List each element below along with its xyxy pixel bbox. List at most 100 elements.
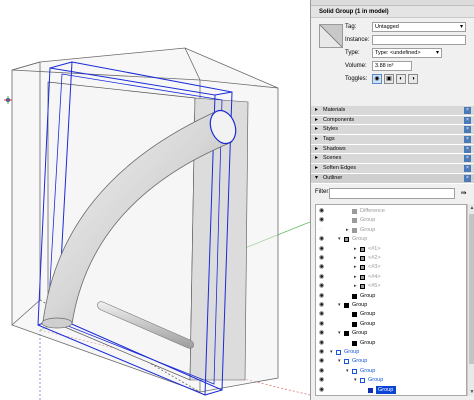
outliner-row[interactable]: ◉ Group xyxy=(316,216,466,224)
expand-twisty-icon[interactable]: ▾ xyxy=(346,367,349,375)
scroll-up-icon[interactable]: ▲ xyxy=(468,204,474,212)
outliner-row[interactable]: ◉ ▸ <#5> xyxy=(316,282,466,290)
tray-components[interactable]: Components× xyxy=(311,115,474,126)
instance-input[interactable] xyxy=(372,35,466,45)
outliner-row[interactable]: ◉ Group xyxy=(316,310,466,318)
outliner-row[interactable]: ◉ Group xyxy=(316,339,466,347)
outliner-menu-icon[interactable]: ⇛ xyxy=(458,188,469,199)
group-icon xyxy=(352,293,357,299)
outliner-tree[interactable]: ◉ Difference ◉ Group ◌ ▸ Group ◉ ▾ Group ◉ ▸ <#1> ◉ ▸ <… xyxy=(315,204,467,396)
close-icon[interactable]: × xyxy=(464,155,471,163)
group-icon xyxy=(352,227,357,233)
tray-tags[interactable]: Tags× xyxy=(311,135,474,145)
tray-scenes[interactable]: Scenes× xyxy=(311,154,474,165)
visibility-eye-icon[interactable]: ◉ xyxy=(319,207,324,215)
expand-twisty-icon[interactable]: ▾ xyxy=(354,376,357,384)
outliner-row[interactable]: ◉ ▾ Group xyxy=(316,376,466,384)
volume-value: 3.88 in³ xyxy=(372,61,412,71)
outliner-row[interactable]: ◉ Group xyxy=(316,320,466,328)
visibility-eye-icon[interactable]: ◉ xyxy=(319,367,324,375)
visibility-eye-icon[interactable]: ◉ xyxy=(319,292,324,300)
group-icon xyxy=(360,284,365,290)
group-icon xyxy=(336,350,341,355)
visibility-eye-icon[interactable]: ◉ xyxy=(319,310,324,318)
scroll-down-icon[interactable]: ▼ xyxy=(468,388,474,396)
outliner-row[interactable]: ◉ ▸ <#2> xyxy=(316,254,466,262)
visibility-eye-icon[interactable]: ◉ xyxy=(319,216,324,224)
expand-twisty-icon[interactable]: ▾ xyxy=(338,235,341,243)
outliner-entity-name: Group xyxy=(360,311,376,318)
visibility-eye-icon[interactable]: ◉ xyxy=(319,339,324,347)
default-tray-panel: Solid Group (1 in model) Tag: Untagged I… xyxy=(310,0,474,400)
outliner-row[interactable]: ◉ Group xyxy=(316,292,466,300)
group-icon xyxy=(352,218,357,224)
expand-twisty-icon[interactable]: ▸ xyxy=(354,254,357,262)
expand-twisty-icon[interactable]: ▾ xyxy=(338,329,341,337)
tag-select[interactable]: Untagged xyxy=(372,22,466,32)
receive-shadows-toggle-icon[interactable]: ◐ xyxy=(396,74,406,84)
expand-twisty-icon[interactable]: ▾ xyxy=(338,357,341,365)
outliner-row[interactable]: ◉ ▸ <#3> xyxy=(316,263,466,271)
tray-soften-edges[interactable]: Soften Edges× xyxy=(311,164,474,174)
outliner-row[interactable]: ◉ ▾ Group xyxy=(316,348,466,356)
visibility-eye-icon[interactable]: ◌ xyxy=(319,226,323,234)
expand-twisty-icon[interactable]: ▸ xyxy=(354,245,357,253)
expand-twisty-icon[interactable]: ▾ xyxy=(330,348,333,356)
tray-outliner[interactable]: Outliner× xyxy=(311,173,474,184)
tray-shadows[interactable]: Shadows× xyxy=(311,144,474,155)
outliner-scrollbar[interactable]: ▲ ▼ xyxy=(467,204,474,396)
model-viewport[interactable] xyxy=(0,0,310,400)
outliner-row[interactable]: ◉ ▸ <#1> xyxy=(316,245,466,253)
visibility-eye-icon[interactable]: ◉ xyxy=(319,254,324,262)
visibility-eye-icon[interactable]: ◉ xyxy=(319,235,324,243)
type-select[interactable]: Type: <undefined> xyxy=(372,48,442,58)
expand-twisty-icon[interactable]: ▸ xyxy=(354,282,357,290)
outliner-entity-name: Difference xyxy=(360,208,385,214)
outliner-row[interactable]: ◉ ▾ Group xyxy=(316,235,466,243)
close-icon[interactable]: × xyxy=(464,165,471,173)
outliner-row[interactable]: ◉ ▾ Group xyxy=(316,301,466,309)
close-icon[interactable]: × xyxy=(464,145,471,153)
close-icon[interactable]: × xyxy=(464,136,471,144)
close-icon[interactable]: × xyxy=(464,174,471,182)
outliner-entity-name: Group xyxy=(360,217,376,224)
visibility-eye-icon[interactable]: ◉ xyxy=(319,273,324,281)
expand-twisty-icon[interactable]: ▸ xyxy=(346,226,349,234)
visibility-eye-icon[interactable]: ◉ xyxy=(319,376,324,384)
group-icon xyxy=(360,378,365,384)
visibility-eye-icon[interactable]: ◉ xyxy=(319,263,324,271)
outliner-row[interactable]: ◉ ▾ Group xyxy=(316,357,466,365)
visibility-eye-icon[interactable]: ◉ xyxy=(319,357,324,365)
visibility-eye-icon[interactable]: ◉ xyxy=(319,348,324,356)
visibility-eye-icon[interactable]: ◉ xyxy=(319,329,324,337)
cast-shadows-toggle-icon[interactable]: ◑ xyxy=(408,74,418,84)
outliner-row[interactable]: ◌ ▸ Group xyxy=(316,226,466,234)
close-icon[interactable]: × xyxy=(464,116,471,124)
visibility-eye-icon[interactable]: ◉ xyxy=(319,301,324,309)
expand-twisty-icon[interactable]: ▾ xyxy=(338,301,341,309)
visible-toggle-eye-icon[interactable]: ◉ xyxy=(372,74,382,84)
visibility-eye-icon[interactable]: ◉ xyxy=(319,245,324,253)
outliner-row[interactable]: ◉ ▾ Group xyxy=(316,367,466,375)
group-icon xyxy=(344,331,349,337)
outliner-row[interactable]: ◉ Difference xyxy=(316,207,466,215)
close-icon[interactable]: × xyxy=(464,107,471,114)
visibility-eye-icon[interactable]: ◉ xyxy=(319,320,324,328)
close-icon[interactable]: × xyxy=(464,126,471,134)
viewport-canvas[interactable] xyxy=(0,0,310,400)
tray-styles[interactable]: Styles× xyxy=(311,125,474,136)
tray-materials[interactable]: Materials× xyxy=(311,106,474,116)
entity-info-body: Tag: Untagged Instance: Type: Type: <und… xyxy=(311,18,474,106)
expand-twisty-icon[interactable]: ▸ xyxy=(354,263,357,271)
outliner-row[interactable]: ◉ ▸ <#4> xyxy=(316,273,466,281)
group-icon xyxy=(368,387,373,393)
outliner-row[interactable]: ◉ Group xyxy=(316,385,466,394)
lock-toggle-icon[interactable]: ▣ xyxy=(384,74,394,84)
visibility-eye-icon[interactable]: ◉ xyxy=(319,282,324,290)
visibility-eye-icon[interactable]: ◉ xyxy=(319,386,324,394)
filter-input[interactable] xyxy=(329,188,455,199)
outliner-entity-name: Group xyxy=(360,292,376,299)
outliner-row[interactable]: ◉ ▾ Group xyxy=(316,329,466,337)
expand-twisty-icon[interactable]: ▸ xyxy=(354,273,357,281)
scroll-thumb[interactable] xyxy=(469,214,474,364)
